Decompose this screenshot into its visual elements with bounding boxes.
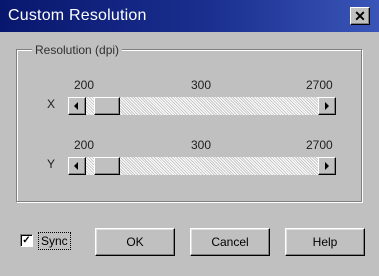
ok-button[interactable]: OK <box>95 228 175 256</box>
cancel-button[interactable]: Cancel <box>190 228 270 256</box>
x-mid-tick: 300 <box>191 78 212 92</box>
x-scroll-left-button[interactable] <box>68 97 86 115</box>
y-mid-tick: 300 <box>191 138 212 152</box>
resolution-group <box>16 49 362 202</box>
y-axis-label: Y <box>47 157 56 171</box>
help-button[interactable]: Help <box>285 228 365 256</box>
sync-label[interactable]: Sync <box>38 232 71 250</box>
y-resolution-slider[interactable] <box>68 157 336 175</box>
window-title: Custom Resolution <box>8 7 147 24</box>
y-min-tick: 200 <box>74 138 95 152</box>
arrow-right-icon <box>325 102 329 110</box>
arrow-right-icon <box>325 162 329 170</box>
x-max-tick: 2700 <box>306 78 333 92</box>
y-scroll-left-button[interactable] <box>68 157 86 175</box>
y-slider-thumb[interactable] <box>94 157 121 175</box>
x-resolution-slider[interactable] <box>68 97 336 115</box>
arrow-left-icon <box>74 102 78 110</box>
x-slider-thumb[interactable] <box>94 97 121 115</box>
close-icon: ✕ <box>354 8 366 24</box>
resolution-group-label: Resolution (dpi) <box>32 43 123 57</box>
y-scroll-right-button[interactable] <box>318 157 336 175</box>
sync-checkbox[interactable]: ✓ <box>20 234 33 247</box>
arrow-left-icon <box>74 162 78 170</box>
x-scroll-right-button[interactable] <box>318 97 336 115</box>
close-button[interactable]: ✕ <box>350 7 370 25</box>
title-bar: Custom Resolution ✕ <box>0 0 379 32</box>
y-max-tick: 2700 <box>306 138 333 152</box>
x-axis-label: X <box>47 97 56 111</box>
x-min-tick: 200 <box>74 78 95 92</box>
